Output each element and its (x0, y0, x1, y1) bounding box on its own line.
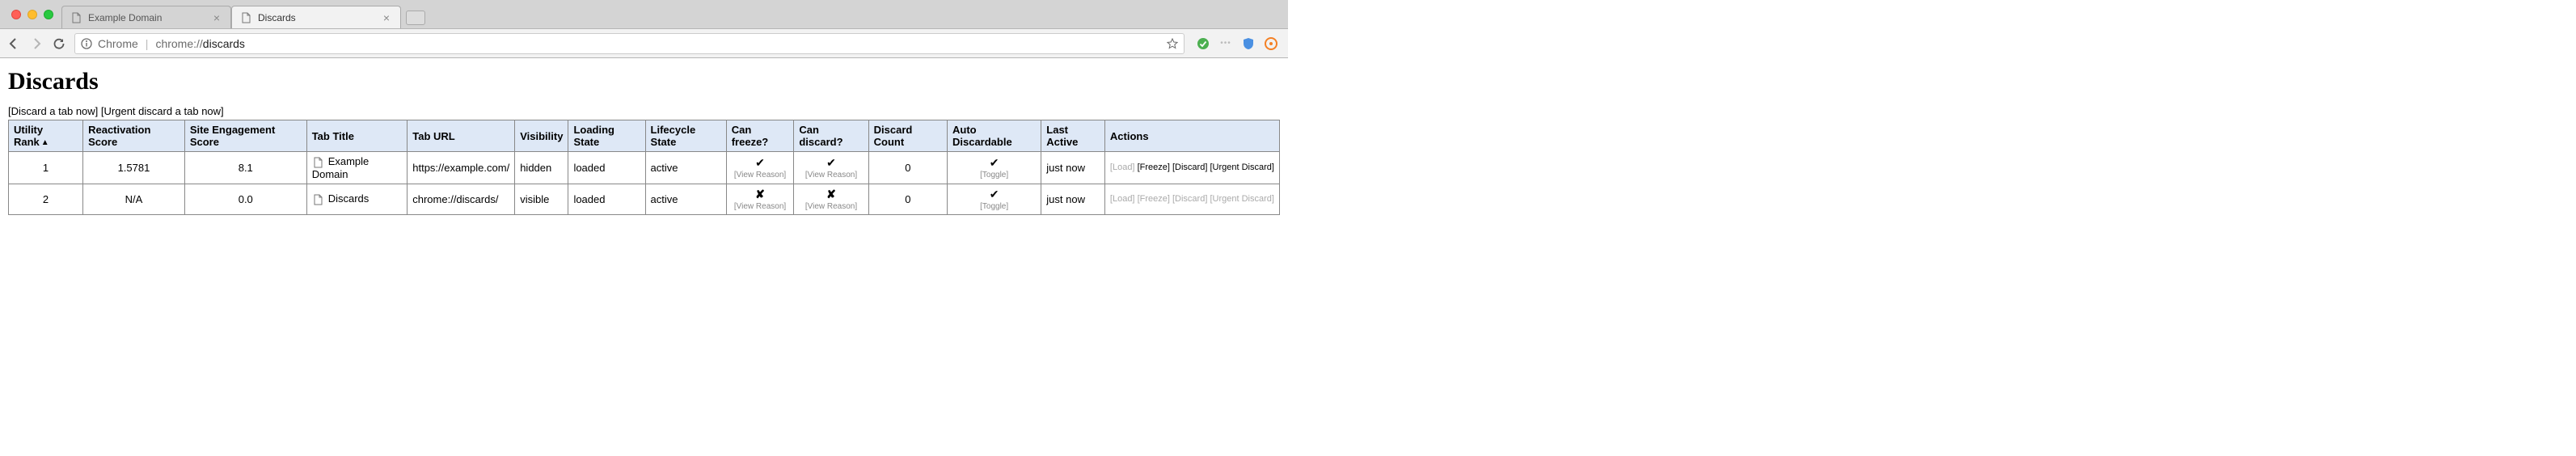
tab-title: Discards (258, 12, 381, 23)
browser-tab-discards[interactable]: Discards × (231, 6, 401, 28)
cell-actions: [Load] [Freeze] [Discard] [Urgent Discar… (1104, 184, 1279, 214)
page-icon (70, 12, 82, 23)
cell-actions: [Load] [Freeze] [Discard] [Urgent Discar… (1104, 152, 1279, 184)
bookmark-star-icon[interactable] (1166, 37, 1179, 50)
cell-site-engagement-score: 8.1 (184, 152, 306, 184)
toggle-link[interactable]: [Toggle] (952, 171, 1036, 179)
cell-tab-title: Example Domain (306, 152, 408, 184)
cell-last-active: just now (1041, 184, 1105, 214)
reload-button[interactable] (52, 36, 66, 51)
toolbar: Chrome | chrome://discards ••• (0, 28, 1288, 57)
col-auto-discardable[interactable]: Auto Discardable (947, 120, 1041, 152)
action-discard[interactable]: [Discard] (1172, 194, 1207, 204)
new-tab-button[interactable] (406, 11, 425, 25)
page-title: Discards (8, 68, 1280, 95)
cell-utility-rank: 1 (9, 152, 83, 184)
col-visibility[interactable]: Visibility (515, 120, 568, 152)
window-zoom-button[interactable] (44, 10, 53, 19)
cell-discard-count: 0 (868, 184, 947, 214)
tab-strip: Example Domain × Discards × (0, 0, 1288, 28)
col-can-discard[interactable]: Can discard? (794, 120, 868, 152)
cell-can-freeze: ✔ [View Reason] (726, 152, 794, 184)
col-tab-url[interactable]: Tab URL (408, 120, 515, 152)
top-action-links: [Discard a tab now] [Urgent discard a ta… (8, 105, 1280, 117)
cell-lifecycle-state: active (645, 152, 726, 184)
action-freeze[interactable]: [Freeze] (1138, 163, 1170, 172)
address-bar[interactable]: Chrome | chrome://discards (74, 33, 1185, 54)
url-divider: | (146, 37, 149, 50)
col-loading-state[interactable]: Loading State (568, 120, 645, 152)
cell-can-freeze: ✘ [View Reason] (726, 184, 794, 214)
col-actions[interactable]: Actions (1104, 120, 1279, 152)
col-tab-title[interactable]: Tab Title (306, 120, 408, 152)
page-icon (240, 12, 251, 23)
back-button[interactable] (6, 36, 21, 51)
browser-chrome: Example Domain × Discards × Chrome | (0, 0, 1288, 58)
col-discard-count[interactable]: Discard Count (868, 120, 947, 152)
extension-icon[interactable]: ••• (1218, 36, 1233, 51)
toggle-link[interactable]: [Toggle] (952, 202, 1036, 211)
discards-table: Utility Rank▲ Reactivation Score Site En… (8, 120, 1280, 215)
cell-tab-title: Discards (306, 184, 408, 214)
cell-last-active: just now (1041, 152, 1105, 184)
browser-tab-example-domain[interactable]: Example Domain × (61, 6, 231, 28)
cell-loading-state: loaded (568, 184, 645, 214)
table-header-row: Utility Rank▲ Reactivation Score Site En… (9, 120, 1280, 152)
action-freeze[interactable]: [Freeze] (1138, 194, 1170, 204)
close-icon[interactable]: × (381, 12, 392, 23)
table-row: 2 N/A 0.0 Discards chrome://discards/ vi… (9, 184, 1280, 214)
extension-icon[interactable] (1196, 36, 1210, 51)
cell-reactivation-score: N/A (83, 184, 185, 214)
cell-can-discard: ✘ [View Reason] (794, 184, 868, 214)
extension-icon[interactable] (1264, 36, 1278, 51)
window-minimize-button[interactable] (27, 10, 37, 19)
close-icon[interactable]: × (211, 12, 222, 23)
discard-a-tab-now-link[interactable]: [Discard a tab now] (8, 105, 98, 117)
cell-loading-state: loaded (568, 152, 645, 184)
cell-site-engagement-score: 0.0 (184, 184, 306, 214)
window-close-button[interactable] (11, 10, 21, 19)
view-reason-link[interactable]: [View Reason] (799, 171, 863, 179)
action-load[interactable]: [Load] (1110, 163, 1135, 172)
cell-tab-url: chrome://discards/ (408, 184, 515, 214)
tab-title: Example Domain (88, 12, 211, 23)
view-reason-link[interactable]: [View Reason] (732, 171, 789, 179)
action-discard[interactable]: [Discard] (1172, 163, 1207, 172)
action-urgent-discard[interactable]: [Urgent Discard] (1210, 163, 1273, 172)
url-text: chrome://discards (155, 37, 245, 50)
url-scheme-label: Chrome (98, 37, 138, 50)
table-row: 1 1.5781 8.1 Example Domain https://exam… (9, 152, 1280, 184)
col-utility-rank[interactable]: Utility Rank▲ (9, 120, 83, 152)
cell-discard-count: 0 (868, 152, 947, 184)
col-reactivation-score[interactable]: Reactivation Score (83, 120, 185, 152)
extension-icons: ••• (1193, 36, 1282, 51)
action-load[interactable]: [Load] (1110, 194, 1135, 204)
cell-auto-discardable: ✔ [Toggle] (947, 184, 1041, 214)
col-lifecycle-state[interactable]: Lifecycle State (645, 120, 726, 152)
cell-reactivation-score: 1.5781 (83, 152, 185, 184)
view-reason-link[interactable]: [View Reason] (732, 202, 789, 211)
cell-utility-rank: 2 (9, 184, 83, 214)
cell-visibility: hidden (515, 152, 568, 184)
forward-button[interactable] (29, 36, 44, 51)
cell-auto-discardable: ✔ [Toggle] (947, 152, 1041, 184)
col-can-freeze[interactable]: Can freeze? (726, 120, 794, 152)
extension-icon[interactable] (1241, 36, 1256, 51)
view-reason-link[interactable]: [View Reason] (799, 202, 863, 211)
sort-asc-icon: ▲ (41, 138, 49, 147)
cell-lifecycle-state: active (645, 184, 726, 214)
cell-visibility: visible (515, 184, 568, 214)
page-content: Discards [Discard a tab now] [Urgent dis… (0, 58, 1288, 225)
action-urgent-discard[interactable]: [Urgent Discard] (1210, 194, 1273, 204)
col-last-active[interactable]: Last Active (1041, 120, 1105, 152)
page-icon (312, 157, 323, 168)
page-icon (312, 194, 323, 205)
col-site-engagement-score[interactable]: Site Engagement Score (184, 120, 306, 152)
urgent-discard-a-tab-now-link[interactable]: [Urgent discard a tab now] (101, 105, 224, 117)
site-info-icon[interactable] (80, 37, 93, 50)
window-controls (6, 0, 61, 28)
cell-tab-url: https://example.com/ (408, 152, 515, 184)
cell-can-discard: ✔ [View Reason] (794, 152, 868, 184)
